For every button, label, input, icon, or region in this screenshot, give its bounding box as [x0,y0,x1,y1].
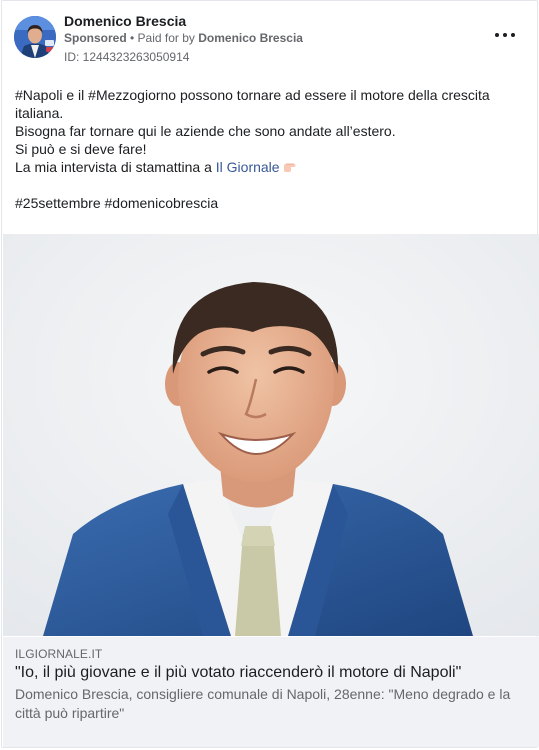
post-line: Bisogna far tornare qui le aziende che s… [15,123,396,139]
ad-card: Domenico Brescia Sponsored • Paid for by… [1,0,539,748]
ellipsis-icon [495,33,499,37]
portrait-photo [3,234,539,636]
preview-headline[interactable]: "Io, il più giovane e il più votato riac… [15,663,530,683]
ellipsis-icon [503,33,507,37]
sponsored-line: Sponsored • Paid for by Domenico Brescia [64,31,303,45]
meta-separator: • [126,31,138,45]
post-line: #Napoli e il #Mezzogiorno possono tornar… [15,87,490,121]
post-header: Domenico Brescia Sponsored • Paid for by… [14,13,525,67]
post-body: #Napoli e il #Mezzogiorno possono tornar… [15,86,525,212]
post-line: La mia intervista di stamattina a Il Gio… [15,158,525,176]
ad-id: ID: 1244323263050914 [64,50,190,64]
link-preview[interactable]: ILGIORNALE.IT "Io, il più giovane e il p… [3,637,539,747]
avatar[interactable] [14,16,56,58]
hashtags[interactable]: #25settembre #domenicobrescia [15,194,525,212]
page-name[interactable]: Domenico Brescia [64,13,186,29]
post-line: Si può e si deve fare! [15,141,147,157]
ad-image[interactable] [3,234,539,636]
avatar-image [14,16,56,58]
preview-domain: ILGIORNALE.IT [15,647,103,661]
sponsored-label: Sponsored [64,31,127,45]
ellipsis-icon [511,33,515,37]
paid-for-prefix: Paid for by [137,31,199,45]
preview-description: Domenico Brescia, consigliere comunale d… [15,686,511,721]
post-line-prefix: La mia intervista di stamattina a [15,159,216,175]
payer-name[interactable]: Domenico Brescia [198,31,303,45]
more-options-button[interactable] [495,27,515,43]
il-giornale-link[interactable]: Il Giornale [216,159,280,175]
pointing-finger-icon [284,163,296,172]
